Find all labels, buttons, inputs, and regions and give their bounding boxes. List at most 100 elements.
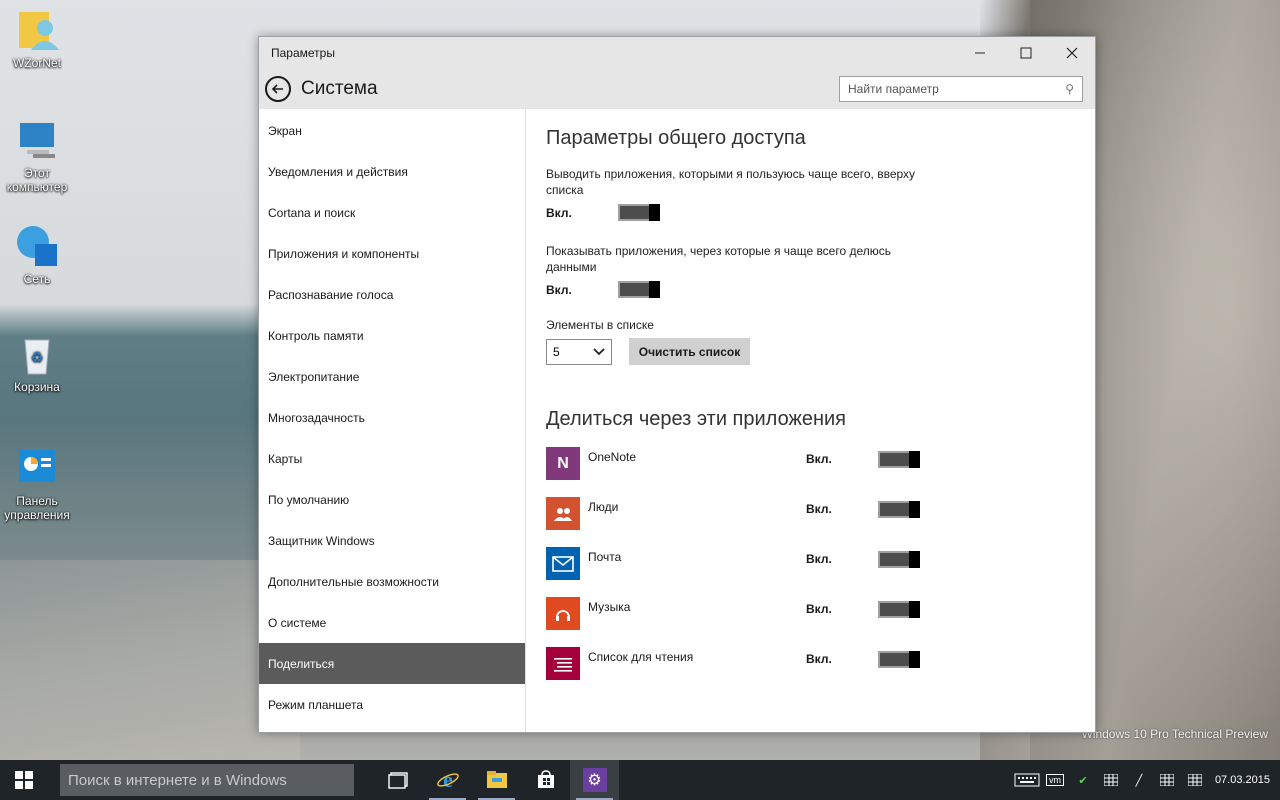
setting-frequent-share-desc: Показывать приложения, через которые я ч… <box>546 244 892 274</box>
share-app-state: Вкл. <box>806 602 832 616</box>
list-count-select[interactable]: 5 <box>546 338 612 365</box>
share-app-state: Вкл. <box>806 652 832 666</box>
onenote-icon: N <box>546 447 580 480</box>
desktop-icon-label: Корзина <box>14 380 60 394</box>
desktop-icon-label: Этот компьютер <box>6 166 68 194</box>
nav-item-speech[interactable]: Распознавание голоса <box>259 274 525 315</box>
nav-item-maps[interactable]: Карты <box>259 438 525 479</box>
keyboard-icon[interactable] <box>1013 760 1041 800</box>
maximize-icon <box>1020 47 1032 59</box>
store-button[interactable] <box>521 760 570 800</box>
section-title-share-apps: Делиться через эти приложения <box>546 408 847 430</box>
settings-icon: ⚙ <box>582 768 607 792</box>
task-view-button[interactable] <box>374 760 423 800</box>
taskbar-search-input[interactable]: Поиск в интернете и в Windows <box>60 764 354 796</box>
nav-item-tablet-mode[interactable]: Режим планшета <box>259 684 525 725</box>
mail-share-toggle[interactable] <box>878 551 920 568</box>
nav-item-apps[interactable]: Приложения и компоненты <box>259 233 525 274</box>
share-app-name: Почта <box>588 550 622 564</box>
search-icon: ⚲ <box>1065 82 1074 96</box>
chevron-down-icon <box>593 347 605 355</box>
reading-list-share-toggle[interactable] <box>878 651 920 668</box>
settings-window: Параметры Система Найти параметр ⚲ Экран… <box>258 36 1096 733</box>
vm-icon[interactable]: vm <box>1041 760 1069 800</box>
back-arrow-icon <box>271 84 283 94</box>
desktop-icon-recycle[interactable]: ♻ Корзина <box>0 332 74 394</box>
task-view-icon <box>387 772 408 789</box>
file-explorer-button[interactable] <box>472 760 521 800</box>
frequent-share-toggle[interactable] <box>618 281 660 298</box>
desktop-icon-network[interactable]: Сеть <box>0 224 74 286</box>
nav-item-screen[interactable]: Экран <box>259 110 525 151</box>
clear-list-button[interactable]: Очистить список <box>629 338 750 365</box>
desktop-icon-label: Панель управления <box>4 494 70 522</box>
most-used-toggle[interactable] <box>618 204 660 221</box>
user-folder-icon <box>15 8 59 52</box>
nav-item-share[interactable]: Поделиться <box>259 643 525 684</box>
people-share-toggle[interactable] <box>878 501 920 518</box>
setting-most-used-state: Вкл. <box>546 205 572 220</box>
share-app-name: Люди <box>588 500 619 514</box>
action-center-icon[interactable] <box>1181 760 1209 800</box>
settings-header: Система Найти параметр ⚲ <box>259 69 1095 109</box>
store-icon <box>537 770 554 788</box>
taskbar: Поиск в интернете и в Windows e ⚙ vm ✔ ╱ <box>0 760 1280 800</box>
nav-item-about[interactable]: О системе <box>259 602 525 643</box>
maximize-button[interactable] <box>1003 37 1049 69</box>
share-app-row: Музыка Вкл. <box>546 597 1075 647</box>
internet-explorer-icon: e <box>436 768 459 792</box>
window-titlebar[interactable]: Параметры <box>259 37 1095 69</box>
desktop-icon-computer[interactable]: Этот компьютер <box>0 118 74 194</box>
volume-icon[interactable] <box>1153 760 1181 800</box>
desktop-wallpaper-shore <box>0 560 300 760</box>
network-icon <box>15 224 59 268</box>
settings-nav: Экран Уведомления и действия Cortana и п… <box>259 109 526 732</box>
recycle-bin-icon: ♻ <box>15 332 59 376</box>
share-app-name: Музыка <box>588 600 631 614</box>
share-app-name: OneNote <box>588 450 637 464</box>
desktop-icon-label: Сеть <box>23 272 51 286</box>
control-panel-icon <box>15 446 59 490</box>
settings-taskbar-button[interactable]: ⚙ <box>570 760 619 800</box>
desktop-icon-user[interactable]: WZorNet <box>0 8 74 70</box>
back-button[interactable] <box>265 76 291 102</box>
list-count-label: Элементы в списке <box>546 318 654 332</box>
onenote-share-toggle[interactable] <box>878 451 920 468</box>
nav-item-notifications[interactable]: Уведомления и действия <box>259 151 525 192</box>
nav-item-power[interactable]: Электропитание <box>259 356 525 397</box>
start-button[interactable] <box>0 760 48 800</box>
internet-explorer-button[interactable]: e <box>423 760 472 800</box>
nav-item-cortana[interactable]: Cortana и поиск <box>259 192 525 233</box>
tray-clock-date[interactable]: 07.03.2015 <box>1215 774 1270 786</box>
share-app-row: Почта Вкл. <box>546 547 1075 597</box>
nav-item-multitasking[interactable]: Многозадачность <box>259 397 525 438</box>
section-title-sharing: Параметры общего доступа <box>546 127 806 149</box>
minimize-button[interactable] <box>957 37 1003 69</box>
nav-item-storage[interactable]: Контроль памяти <box>259 315 525 356</box>
nav-item-optional-features[interactable]: Дополнительные возможности <box>259 561 525 602</box>
security-flag-icon[interactable]: ✔ <box>1069 760 1097 800</box>
os-watermark: Windows 10 Pro Technical Preview <box>1081 727 1268 741</box>
language-icon[interactable] <box>1097 760 1125 800</box>
minimize-icon <box>975 52 985 54</box>
share-app-name: Список для чтения <box>588 650 694 664</box>
nav-item-defaults[interactable]: По умолчанию <box>259 479 525 520</box>
share-app-state: Вкл. <box>806 552 832 566</box>
close-icon <box>1066 47 1078 59</box>
reading-list-icon <box>546 647 580 680</box>
share-app-state: Вкл. <box>806 502 832 516</box>
desktop-icon-control-panel[interactable]: Панель управления <box>0 446 74 522</box>
nav-item-defender[interactable]: Защитник Windows <box>259 520 525 561</box>
windows-logo-icon <box>15 771 33 789</box>
close-button[interactable] <box>1049 37 1095 69</box>
settings-search-input[interactable]: Найти параметр ⚲ <box>839 76 1083 102</box>
network-tray-icon[interactable]: ╱ <box>1125 760 1153 800</box>
music-share-toggle[interactable] <box>878 601 920 618</box>
settings-content: Параметры общего доступа Выводить прилож… <box>526 109 1095 732</box>
people-icon <box>546 497 580 530</box>
setting-frequent-share-state: Вкл. <box>546 282 572 297</box>
search-placeholder: Найти параметр <box>848 82 939 96</box>
svg-text:♻: ♻ <box>31 349 44 365</box>
list-count-value: 5 <box>553 344 560 359</box>
computer-icon <box>15 118 59 162</box>
